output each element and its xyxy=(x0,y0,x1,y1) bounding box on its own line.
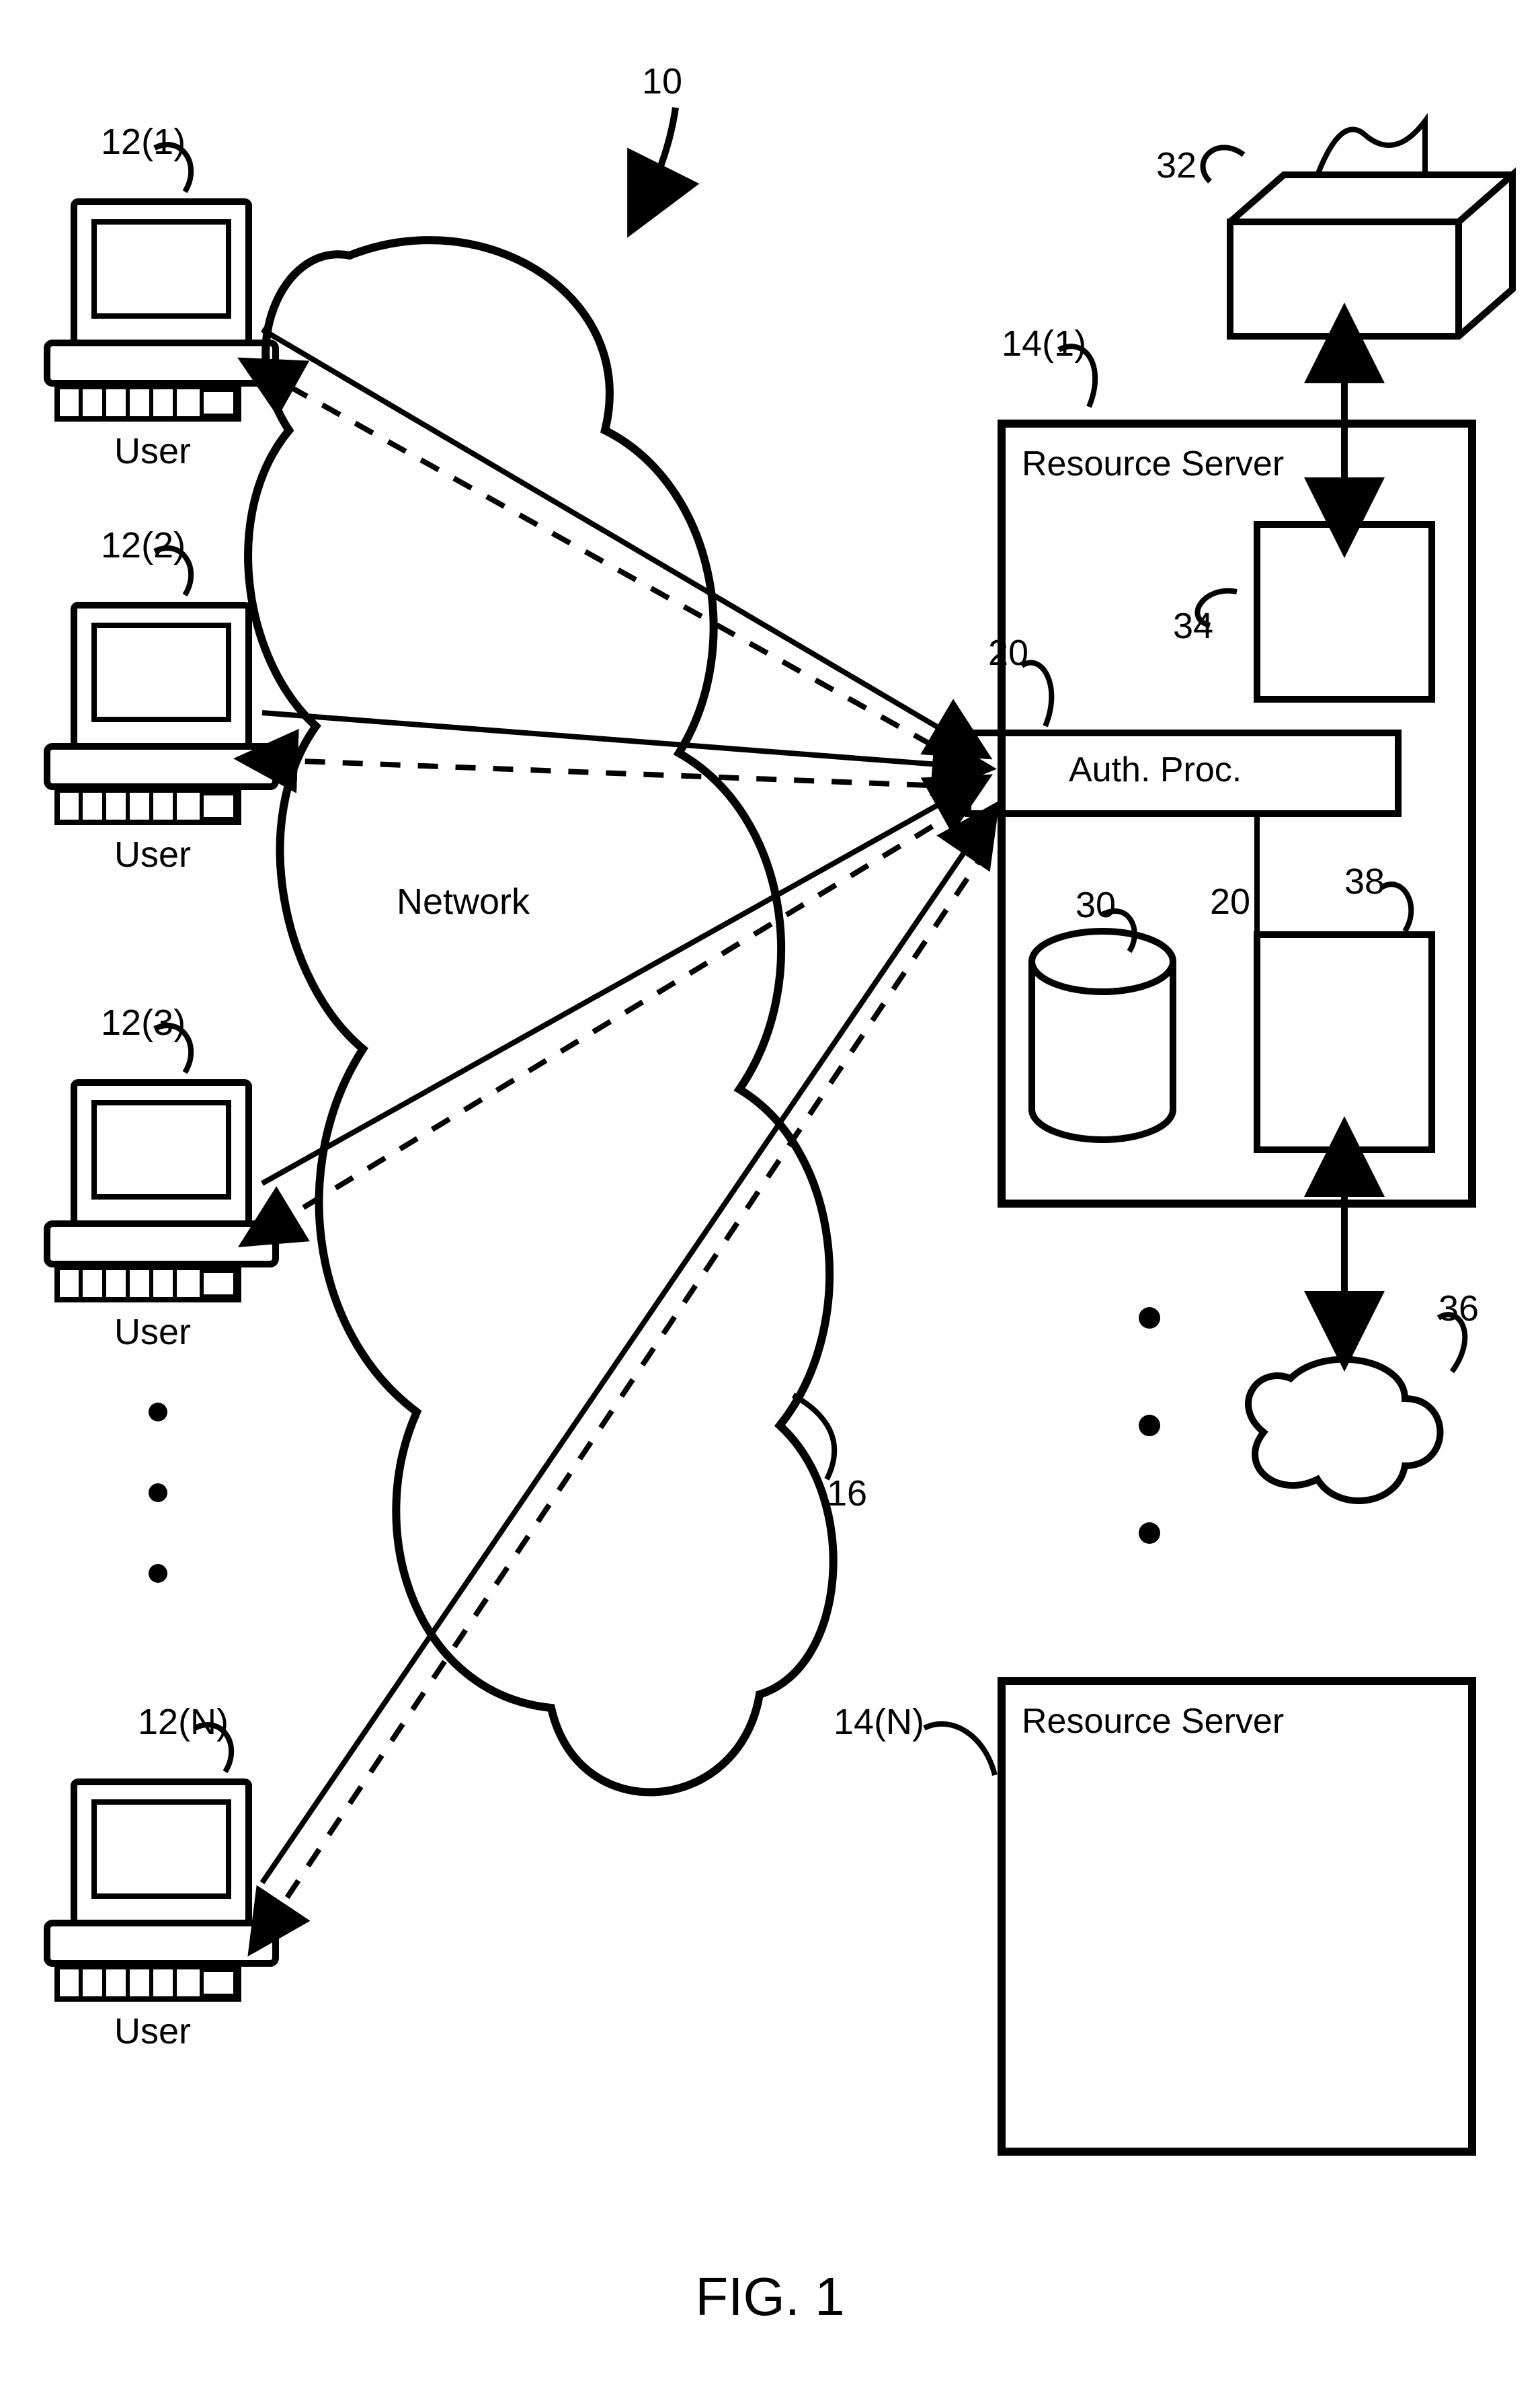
ref-user-2: 12(2) xyxy=(101,524,186,566)
ref-server-1: 14(1) xyxy=(1002,323,1086,364)
ref-user-1: 12(1) xyxy=(101,121,186,163)
label-auth-proc: Auth. Proc. xyxy=(1069,750,1242,790)
label-server-n: Resource Server xyxy=(1022,1701,1284,1742)
ref-user-3: 12(3) xyxy=(101,1002,186,1044)
ref-server-n: 14(N) xyxy=(834,1701,924,1743)
ref-auth-proc: 20 xyxy=(988,632,1028,674)
user-n xyxy=(47,1725,276,1999)
label-network: Network xyxy=(397,881,530,923)
ref-printer: 32 xyxy=(1156,145,1197,186)
label-user-3: User xyxy=(114,1311,191,1353)
label-user-2: User xyxy=(114,834,191,875)
user-2 xyxy=(47,548,276,822)
ref-box38: 38 xyxy=(1344,861,1385,902)
user-3 xyxy=(47,1025,276,1300)
ref-db: 30 xyxy=(1076,884,1116,926)
diagram-svg xyxy=(0,0,1540,2387)
figure-caption: FIG. 1 xyxy=(695,2266,844,2328)
user-1 xyxy=(47,145,276,419)
label-user-1: User xyxy=(114,430,191,472)
label-user-n: User xyxy=(114,2010,191,2052)
ref-cloud36: 36 xyxy=(1438,1288,1479,1329)
ref-auth-proc-2: 20 xyxy=(1210,881,1250,923)
figure-canvas: 10 12(1) User 12(2) User 12(3) User 12(N… xyxy=(0,0,1540,2387)
ref-user-n: 12(N) xyxy=(138,1701,229,1743)
ref-network: 16 xyxy=(827,1473,867,1514)
label-server-1: Resource Server xyxy=(1022,444,1284,484)
ref-box34: 34 xyxy=(1173,605,1213,647)
ref-system: 10 xyxy=(642,61,682,102)
